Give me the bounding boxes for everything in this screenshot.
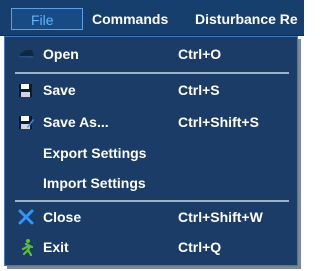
file-dropdown-menu: Open Ctrl+O Save Ctrl+S Save As... Ctrl+… xyxy=(4,36,298,266)
menu-item-label: Save xyxy=(43,82,76,98)
menu-item-open[interactable]: Open Ctrl+O xyxy=(5,39,297,69)
menu-item-export-settings[interactable]: Export Settings xyxy=(5,138,297,168)
menu-item-label: Import Settings xyxy=(43,175,146,191)
exit-runner-icon xyxy=(21,239,34,256)
menu-item-shortcut: Ctrl+S xyxy=(178,82,220,98)
menu-item-label: Close xyxy=(43,209,82,225)
menu-file[interactable]: File xyxy=(11,8,83,30)
menu-item-label: Export Settings xyxy=(43,145,147,161)
menu-item-save[interactable]: Save Ctrl+S xyxy=(5,75,297,105)
folder-open-icon xyxy=(18,50,34,58)
menu-item-shortcut: Ctrl+Shift+S xyxy=(178,114,259,130)
menu-item-close[interactable]: Close Ctrl+Shift+W xyxy=(5,202,297,232)
save-as-icon xyxy=(19,116,34,129)
close-x-icon xyxy=(18,209,34,225)
menu-item-label: Open xyxy=(43,46,79,62)
menu-bar: File Commands Disturbance Re xyxy=(0,0,304,36)
menu-separator xyxy=(15,72,289,74)
menu-item-shortcut: Ctrl+Shift+W xyxy=(178,209,263,225)
menu-item-label: Exit xyxy=(43,239,69,255)
menu-item-shortcut: Ctrl+Q xyxy=(178,239,222,255)
menu-disturbance-record[interactable]: Disturbance Re xyxy=(195,8,298,30)
menu-item-label: Save As... xyxy=(43,114,109,130)
menu-item-exit[interactable]: Exit Ctrl+Q xyxy=(5,232,297,262)
menu-item-save-as[interactable]: Save As... Ctrl+Shift+S xyxy=(5,107,297,137)
floppy-disk-icon xyxy=(19,84,32,97)
menu-item-import-settings[interactable]: Import Settings xyxy=(5,168,297,198)
menu-item-shortcut: Ctrl+O xyxy=(178,46,222,62)
menu-commands[interactable]: Commands xyxy=(92,8,168,30)
